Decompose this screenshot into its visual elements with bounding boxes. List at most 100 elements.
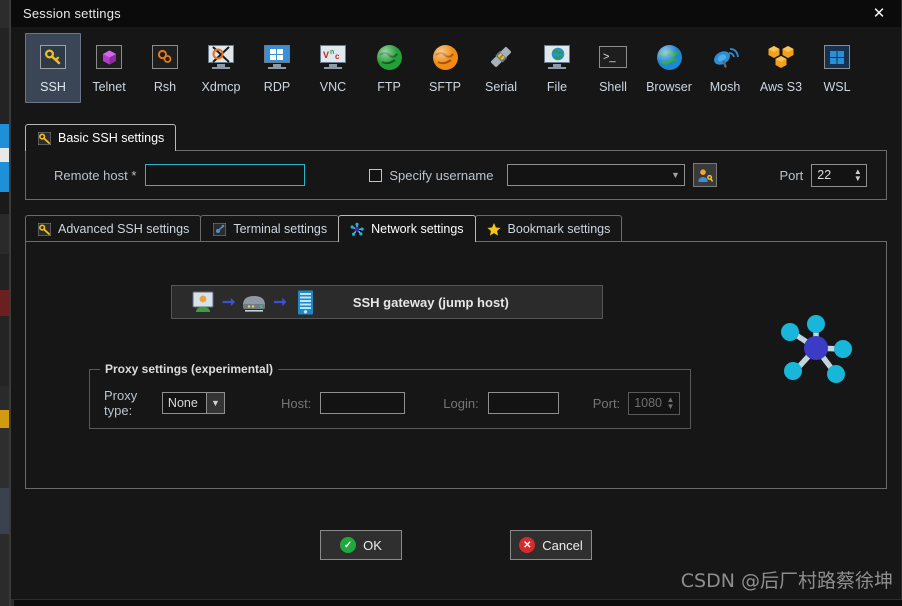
proxy-type-select[interactable]: None ▼	[161, 392, 225, 414]
tab-terminal-settings[interactable]: Terminal settings	[200, 215, 340, 242]
user-key-icon[interactable]	[693, 163, 718, 187]
protocol-label: File	[546, 80, 568, 94]
protocol-vnc[interactable]: Vnc VNC	[305, 33, 361, 103]
proxy-port-stepper[interactable]: 1080 ▲ ▼	[628, 391, 680, 415]
serial-plug-icon	[485, 41, 517, 73]
proxy-login-label: Login:	[443, 395, 479, 411]
protocol-ftp[interactable]: FTP	[361, 33, 417, 103]
spinner-arrows-icon[interactable]: ▲ ▼	[849, 165, 866, 186]
arrow-right-icon: ➞	[273, 294, 287, 311]
protocol-telnet[interactable]: Telnet	[81, 33, 137, 103]
gateway-label: SSH gateway (jump host)	[352, 294, 509, 310]
proxy-host-input[interactable]	[320, 392, 406, 414]
star-icon	[486, 222, 501, 236]
protocol-label: Browser	[646, 80, 692, 94]
close-icon[interactable]: ✕	[857, 0, 901, 27]
tab-advanced-ssh-settings[interactable]: Advanced SSH settings	[25, 215, 202, 242]
proxy-login-input[interactable]	[487, 392, 559, 414]
protocol-file[interactable]: File	[529, 33, 585, 103]
tab-label: Basic SSH settings	[58, 131, 165, 145]
gateway-icon	[241, 289, 267, 315]
port-value: 22	[817, 168, 832, 182]
protocol-rsh[interactable]: Rsh	[137, 33, 193, 103]
protocol-sftp[interactable]: SFTP	[417, 33, 473, 103]
ok-label: OK	[363, 537, 382, 553]
protocol-label: WSL	[823, 80, 851, 94]
protocol-label: VNC	[319, 80, 347, 94]
network-hub-icon	[350, 222, 364, 236]
protocol-xdmcp[interactable]: Xdmcp	[193, 33, 249, 103]
globe-monitor-icon	[541, 41, 573, 73]
green-globe-icon	[373, 41, 405, 73]
svg-text:c: c	[335, 52, 340, 61]
titlebar: Session settings ✕	[11, 0, 901, 27]
terminal-settings-icon	[212, 222, 226, 236]
port-stepper[interactable]: 22 ▲ ▼	[811, 163, 868, 187]
chevron-down-icon: ▼	[670, 170, 680, 180]
remote-host-input[interactable]	[145, 164, 306, 186]
dialog-footer: ✓ OK ✕ Cancel	[11, 530, 901, 560]
protocol-label: Shell	[599, 80, 627, 94]
protocol-label: SFTP	[429, 80, 461, 94]
page-title: Session settings	[23, 6, 121, 21]
tab-label: Bookmark settings	[507, 222, 611, 236]
windows-icon	[821, 41, 853, 73]
spinner-arrows-icon[interactable]: ▲ ▼	[662, 393, 679, 414]
specify-username-label: Specify username	[389, 167, 494, 183]
arrow-right-icon: ➞	[222, 294, 236, 311]
server-icon	[293, 289, 319, 315]
vnc-monitor-icon: Vnc	[317, 41, 349, 73]
username-combo[interactable]: ▼	[507, 164, 686, 186]
chevron-down-icon: ▼	[205, 393, 224, 413]
aws-cubes-icon	[765, 41, 797, 73]
key-icon	[37, 131, 51, 145]
gears-icon	[149, 41, 181, 73]
network-settings-panel: ➞ ➞ SSH gateway (jump host) Proxy settin…	[25, 241, 887, 489]
protocol-aws-s3[interactable]: Aws S3	[753, 33, 809, 103]
proxy-settings-legend: Proxy settings (experimental)	[100, 362, 279, 376]
proxy-host-label: Host:	[280, 395, 312, 411]
remote-host-label: Remote host *	[54, 167, 137, 183]
basic-tabstrip: Basic SSH settings	[25, 123, 887, 151]
proxy-port-label: Port:	[592, 395, 621, 411]
satellite-icon	[709, 41, 741, 73]
protocol-browser[interactable]: Browser	[641, 33, 697, 103]
protocol-serial[interactable]: Serial	[473, 33, 529, 103]
ok-button[interactable]: ✓ OK	[320, 530, 402, 560]
port-label: Port	[779, 167, 804, 183]
specify-username-checkbox[interactable]	[369, 168, 383, 182]
protocol-ssh[interactable]: SSH	[25, 33, 81, 103]
tab-bookmark-settings[interactable]: Bookmark settings	[474, 215, 623, 242]
network-hub-graphic	[778, 312, 854, 384]
blue-globe-icon	[653, 41, 685, 73]
cancel-button[interactable]: ✕ Cancel	[510, 530, 592, 560]
user-icon	[190, 289, 216, 315]
tab-network-settings[interactable]: Network settings	[338, 215, 476, 242]
protocol-label: RDP	[263, 80, 291, 94]
protocol-mosh[interactable]: Mosh	[697, 33, 753, 103]
protocol-shell[interactable]: >_ Shell	[585, 33, 641, 103]
cancel-label: Cancel	[542, 537, 583, 553]
proxy-type-value: None	[167, 396, 198, 410]
protocol-label: Xdmcp	[201, 80, 241, 94]
windows-monitor-icon	[261, 41, 293, 73]
tab-label: Network settings	[371, 222, 464, 236]
svg-text:n: n	[330, 49, 334, 56]
proxy-type-label: Proxy type:	[104, 388, 138, 418]
x-monitor-icon	[205, 41, 237, 73]
tab-basic-ssh-settings[interactable]: Basic SSH settings	[25, 124, 177, 151]
lower-settings-section: Advanced SSH settings Terminal settings …	[11, 200, 901, 489]
tab-label: Terminal settings	[233, 222, 328, 236]
watermark: CSDN @后厂村路蔡徐坤	[680, 570, 893, 592]
protocol-rdp[interactable]: RDP	[249, 33, 305, 103]
ssh-gateway-banner[interactable]: ➞ ➞ SSH gateway (jump host)	[171, 285, 603, 319]
protocol-label: Mosh	[709, 80, 741, 94]
protocol-label: FTP	[377, 80, 401, 94]
basic-settings-panel: Remote host * Specify username ▼ Port 22…	[25, 150, 887, 200]
protocol-wsl[interactable]: WSL	[809, 33, 865, 103]
svg-text:V: V	[323, 50, 329, 60]
key-icon	[37, 41, 69, 73]
tab-label: Advanced SSH settings	[58, 222, 190, 236]
protocol-toolbar: SSH Telnet Rsh Xdmcp RDP V n c VNC FTP S…	[11, 27, 901, 109]
protocol-label: Telnet	[92, 80, 126, 94]
